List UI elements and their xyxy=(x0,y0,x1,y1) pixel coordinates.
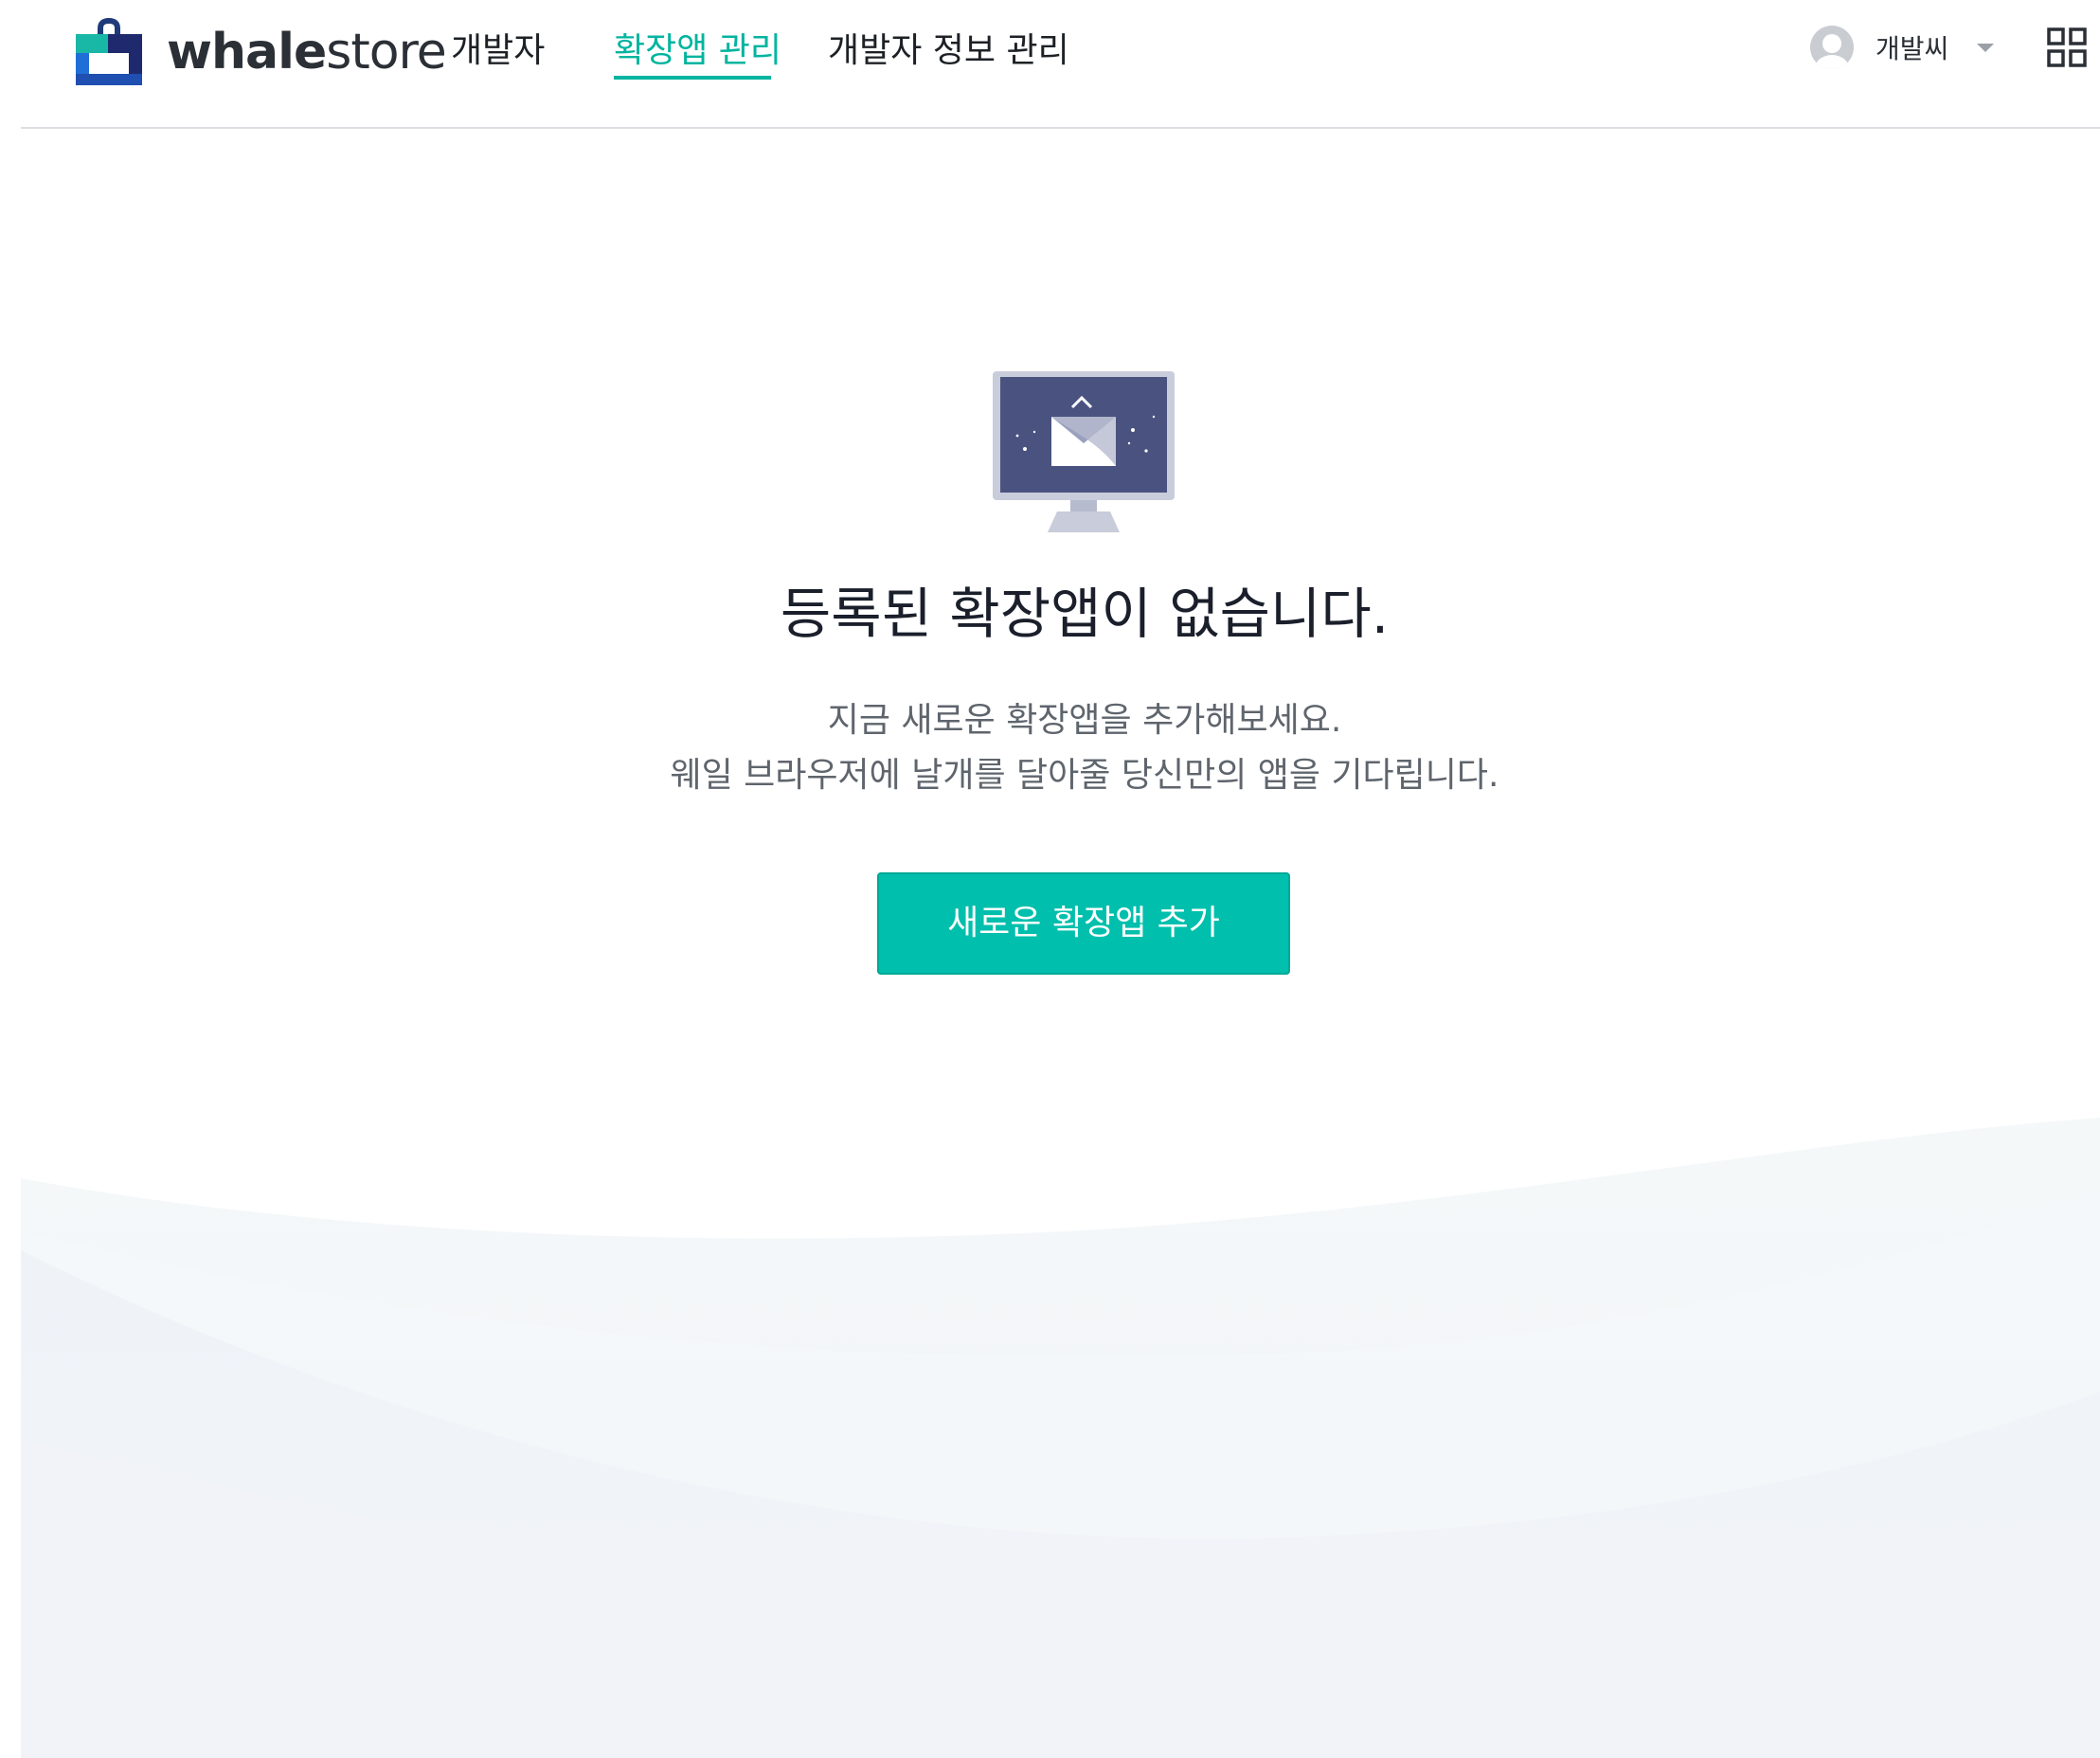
logo-wordmark-bold: whale xyxy=(167,24,327,81)
nav-developer-info[interactable]: 개발자 정보 관리 xyxy=(828,25,1069,78)
nav-extension-management[interactable]: 확장앱 관리 xyxy=(614,25,781,78)
chevron-down-icon[interactable] xyxy=(1977,43,1995,52)
empty-state-description-line-1: 지금 새로운 확장앱을 추가해보세요. xyxy=(827,701,1342,740)
top-header: whalestore 개발자 확장앱 관리 개발자 정보 관리 개발씨 xyxy=(0,0,2100,129)
add-new-extension-button[interactable]: 새로운 확장앱 추가 xyxy=(877,872,1290,975)
active-tab-indicator xyxy=(614,76,771,80)
nav-developer[interactable]: 개발자 xyxy=(451,25,545,78)
background-waves xyxy=(21,1118,2100,1758)
logo-wordmark: whalestore xyxy=(167,27,447,77)
monitor-with-envelope-icon xyxy=(993,371,1175,532)
page: whalestore 개발자 확장앱 관리 개발자 정보 관리 개발씨 등록된 … xyxy=(0,0,2100,1758)
whale-store-bag-icon xyxy=(76,17,142,85)
empty-state-description-line-2: 웨일 브라우저에 날개를 달아줄 당신만의 앱을 기다립니다. xyxy=(670,756,1499,795)
apps-grid-icon[interactable] xyxy=(2046,27,2088,68)
user-menu[interactable]: 개발씨 xyxy=(1809,21,1995,74)
empty-state-title: 등록된 확장앱이 없습니다. xyxy=(780,582,1390,646)
header-divider xyxy=(21,127,2100,129)
user-name: 개발씨 xyxy=(1876,33,1949,64)
logo-wordmark-light: store xyxy=(326,24,447,81)
empty-state-description: 지금 새로운 확장앱을 추가해보세요. 웨일 브라우저에 날개를 달아줄 당신만… xyxy=(0,693,2100,803)
user-avatar-icon xyxy=(1810,26,1854,69)
whalestore-logo[interactable]: whalestore xyxy=(74,11,447,93)
